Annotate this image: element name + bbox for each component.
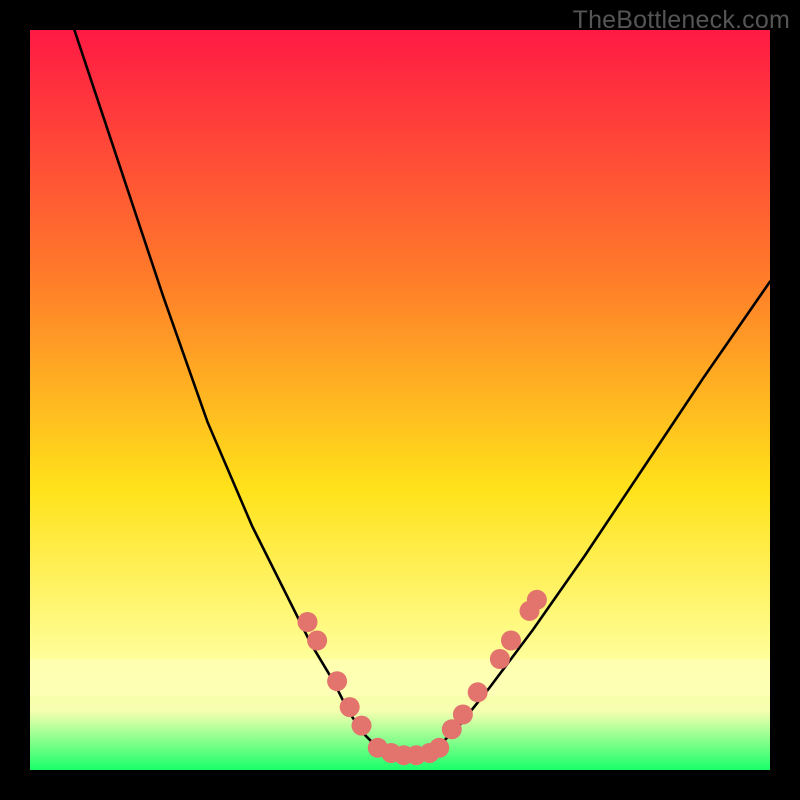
marker-right [468,682,488,702]
marker-left [327,671,347,691]
light-band [30,659,770,696]
chart-frame: TheBottleneck.com [0,0,800,800]
marker-right [490,649,510,669]
marker-floor [429,738,449,758]
marker-right [501,631,521,651]
marker-left [340,697,360,717]
bottleneck-chart [30,30,770,770]
marker-left [307,631,327,651]
marker-left [298,612,318,632]
marker-right [453,705,473,725]
marker-left [352,716,372,736]
marker-right [527,590,547,610]
